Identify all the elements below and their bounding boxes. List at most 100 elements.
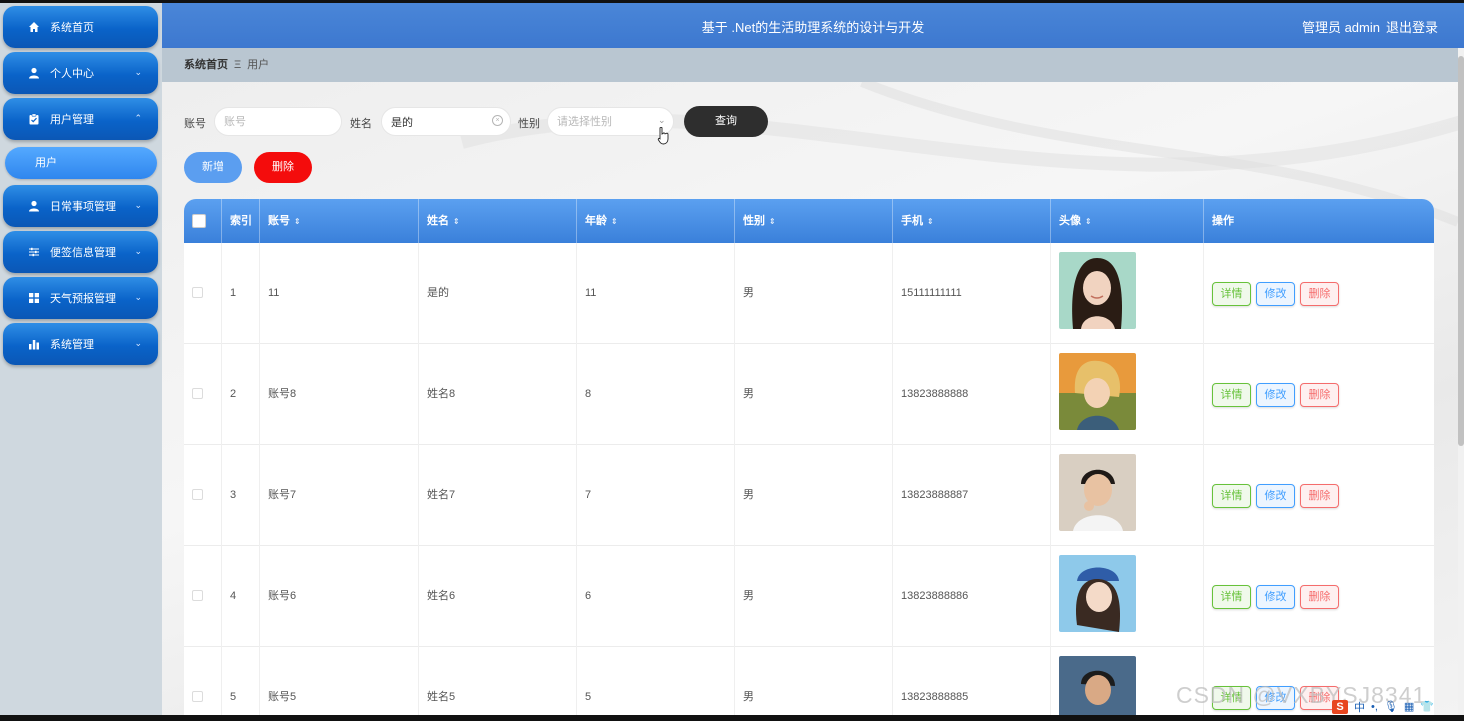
account-input[interactable]: [214, 107, 342, 136]
gender-label: 性别: [518, 118, 540, 130]
column-header-name[interactable]: 姓名 ⇕: [419, 199, 577, 243]
sort-icon[interactable]: ⇕: [1085, 217, 1092, 226]
keyboard-icon[interactable]: ▦: [1404, 700, 1414, 713]
avatar[interactable]: [1059, 555, 1136, 632]
home-icon: [27, 20, 41, 34]
sort-icon[interactable]: ⇕: [611, 217, 618, 226]
sidebar-item-label: 系统管理: [50, 339, 94, 351]
cell-account: 账号5: [260, 647, 419, 715]
select-all-cell: [184, 199, 222, 243]
sidebar-item-system[interactable]: 系统管理 ⌄: [3, 323, 158, 365]
cell-gender: 男: [735, 243, 893, 344]
cell-phone: 13823888887: [893, 445, 1051, 546]
sidebar-item-notes[interactable]: 便签信息管理 ⌄: [3, 231, 158, 273]
avatar[interactable]: [1059, 252, 1136, 329]
gender-select[interactable]: [547, 107, 674, 136]
avatar[interactable]: [1059, 353, 1136, 430]
logout-link[interactable]: 退出登录: [1386, 17, 1438, 36]
sidebar-item-home[interactable]: 系统首页: [3, 6, 158, 48]
sidebar-item-daily-affairs[interactable]: 日常事项管理 ⌄: [3, 185, 158, 227]
delete-button[interactable]: 删除: [1300, 383, 1339, 407]
cell-gender: 男: [735, 647, 893, 715]
breadcrumb-home[interactable]: 系统首页: [184, 59, 228, 71]
sidebar-item-user-management[interactable]: 用户管理 ⌃: [3, 98, 158, 140]
sort-icon[interactable]: ⇕: [769, 217, 776, 226]
detail-button[interactable]: 详情: [1212, 484, 1251, 508]
top-header: 基于 .Net的生活助理系统的设计与开发 管理员 admin 退出登录: [162, 3, 1464, 48]
column-header-age[interactable]: 年龄 ⇕: [577, 199, 735, 243]
sidebar-item-personal-center[interactable]: 个人中心 ⌄: [3, 52, 158, 94]
column-header-avatar[interactable]: 头像 ⇕: [1051, 199, 1204, 243]
delete-button[interactable]: 删除: [1300, 484, 1339, 508]
cell-index: 4: [222, 546, 260, 647]
ime-toolbar[interactable]: S 中 •, 🎙 ▦ 👕: [1332, 698, 1458, 715]
cell-gender: 男: [735, 445, 893, 546]
select-all-checkbox[interactable]: [192, 214, 206, 228]
detail-button[interactable]: 详情: [1212, 585, 1251, 609]
cell-name: 姓名8: [419, 344, 577, 445]
chevron-down-icon: ⌄: [134, 67, 142, 77]
current-user: 管理员 admin: [1301, 20, 1380, 35]
column-header-index[interactable]: 索引: [222, 199, 260, 243]
query-button[interactable]: 查询: [684, 106, 768, 137]
app-title: 基于 .Net的生活助理系统的设计与开发: [701, 20, 925, 35]
scrollbar[interactable]: [1458, 48, 1464, 715]
ime-mode[interactable]: 中: [1354, 699, 1365, 715]
sidebar-item-label: 便签信息管理: [50, 247, 116, 259]
column-header-account[interactable]: 账号 ⇕: [260, 199, 419, 243]
microphone-icon[interactable]: 🎙: [1384, 700, 1398, 713]
punctuation-icon[interactable]: •,: [1371, 701, 1378, 713]
cell-age: 11: [577, 243, 735, 344]
cell-phone: 13823888888: [893, 344, 1051, 445]
row-checkbox[interactable]: [192, 489, 203, 500]
cell-age: 8: [577, 344, 735, 445]
row-checkbox[interactable]: [192, 287, 203, 298]
table-row: 3 账号7 姓名7 7 男 13823888887 详情 修改 删除: [184, 445, 1434, 546]
cell-age: 7: [577, 445, 735, 546]
column-header-gender[interactable]: 性别 ⇕: [735, 199, 893, 243]
delete-button[interactable]: 删除: [1300, 282, 1339, 306]
person-icon: [27, 66, 41, 80]
row-checkbox[interactable]: [192, 590, 203, 601]
row-checkbox[interactable]: [192, 388, 203, 399]
sort-icon[interactable]: ⇕: [927, 217, 934, 226]
sort-icon[interactable]: ⇕: [453, 217, 460, 226]
breadcrumb: 系统首页 Ξ 用户: [162, 48, 1464, 82]
detail-button[interactable]: 详情: [1212, 383, 1251, 407]
batch-delete-button[interactable]: 删除: [254, 152, 312, 183]
sidebar-item-label: 用户管理: [50, 114, 94, 126]
sliders-icon: [27, 245, 41, 259]
edit-button[interactable]: 修改: [1256, 282, 1295, 306]
avatar[interactable]: [1059, 454, 1136, 531]
column-header-phone[interactable]: 手机 ⇕: [893, 199, 1051, 243]
sidebar-item-label: 日常事项管理: [50, 201, 116, 213]
ime-logo-icon[interactable]: S: [1332, 699, 1348, 714]
add-button[interactable]: 新增: [184, 152, 242, 183]
cell-account: 账号7: [260, 445, 419, 546]
detail-button[interactable]: 详情: [1212, 282, 1251, 306]
chevron-down-icon: ⌄: [134, 246, 142, 256]
hand-cursor-icon: [657, 127, 669, 145]
breadcrumb-separator: Ξ: [234, 59, 242, 71]
edit-button[interactable]: 修改: [1256, 484, 1295, 508]
bar-chart-icon: [27, 337, 41, 351]
chevron-up-icon: ⌃: [134, 113, 142, 123]
sort-icon[interactable]: ⇕: [294, 217, 301, 226]
chevron-down-icon: ⌄: [134, 292, 142, 302]
clipboard-icon: [27, 112, 41, 126]
delete-button[interactable]: 删除: [1300, 585, 1339, 609]
row-checkbox[interactable]: [192, 691, 203, 702]
cell-gender: 男: [735, 344, 893, 445]
scrollbar-thumb[interactable]: [1458, 56, 1464, 446]
skin-icon[interactable]: 👕: [1420, 700, 1434, 713]
window-frame-bottom: [0, 715, 1464, 721]
sidebar: 系统首页 个人中心 ⌄ 用户管理 ⌃ 用户 日常事项管理 ⌄ 便签信息管理 ⌄ …: [0, 3, 162, 715]
sidebar-subitem-user[interactable]: 用户: [5, 147, 157, 179]
clear-icon[interactable]: ×: [492, 115, 503, 126]
edit-button[interactable]: 修改: [1256, 383, 1295, 407]
grid-icon: [27, 291, 41, 305]
edit-button[interactable]: 修改: [1256, 585, 1295, 609]
chevron-down-icon: ⌄: [134, 338, 142, 348]
sidebar-item-weather[interactable]: 天气预报管理 ⌄: [3, 277, 158, 319]
avatar[interactable]: [1059, 656, 1136, 715]
